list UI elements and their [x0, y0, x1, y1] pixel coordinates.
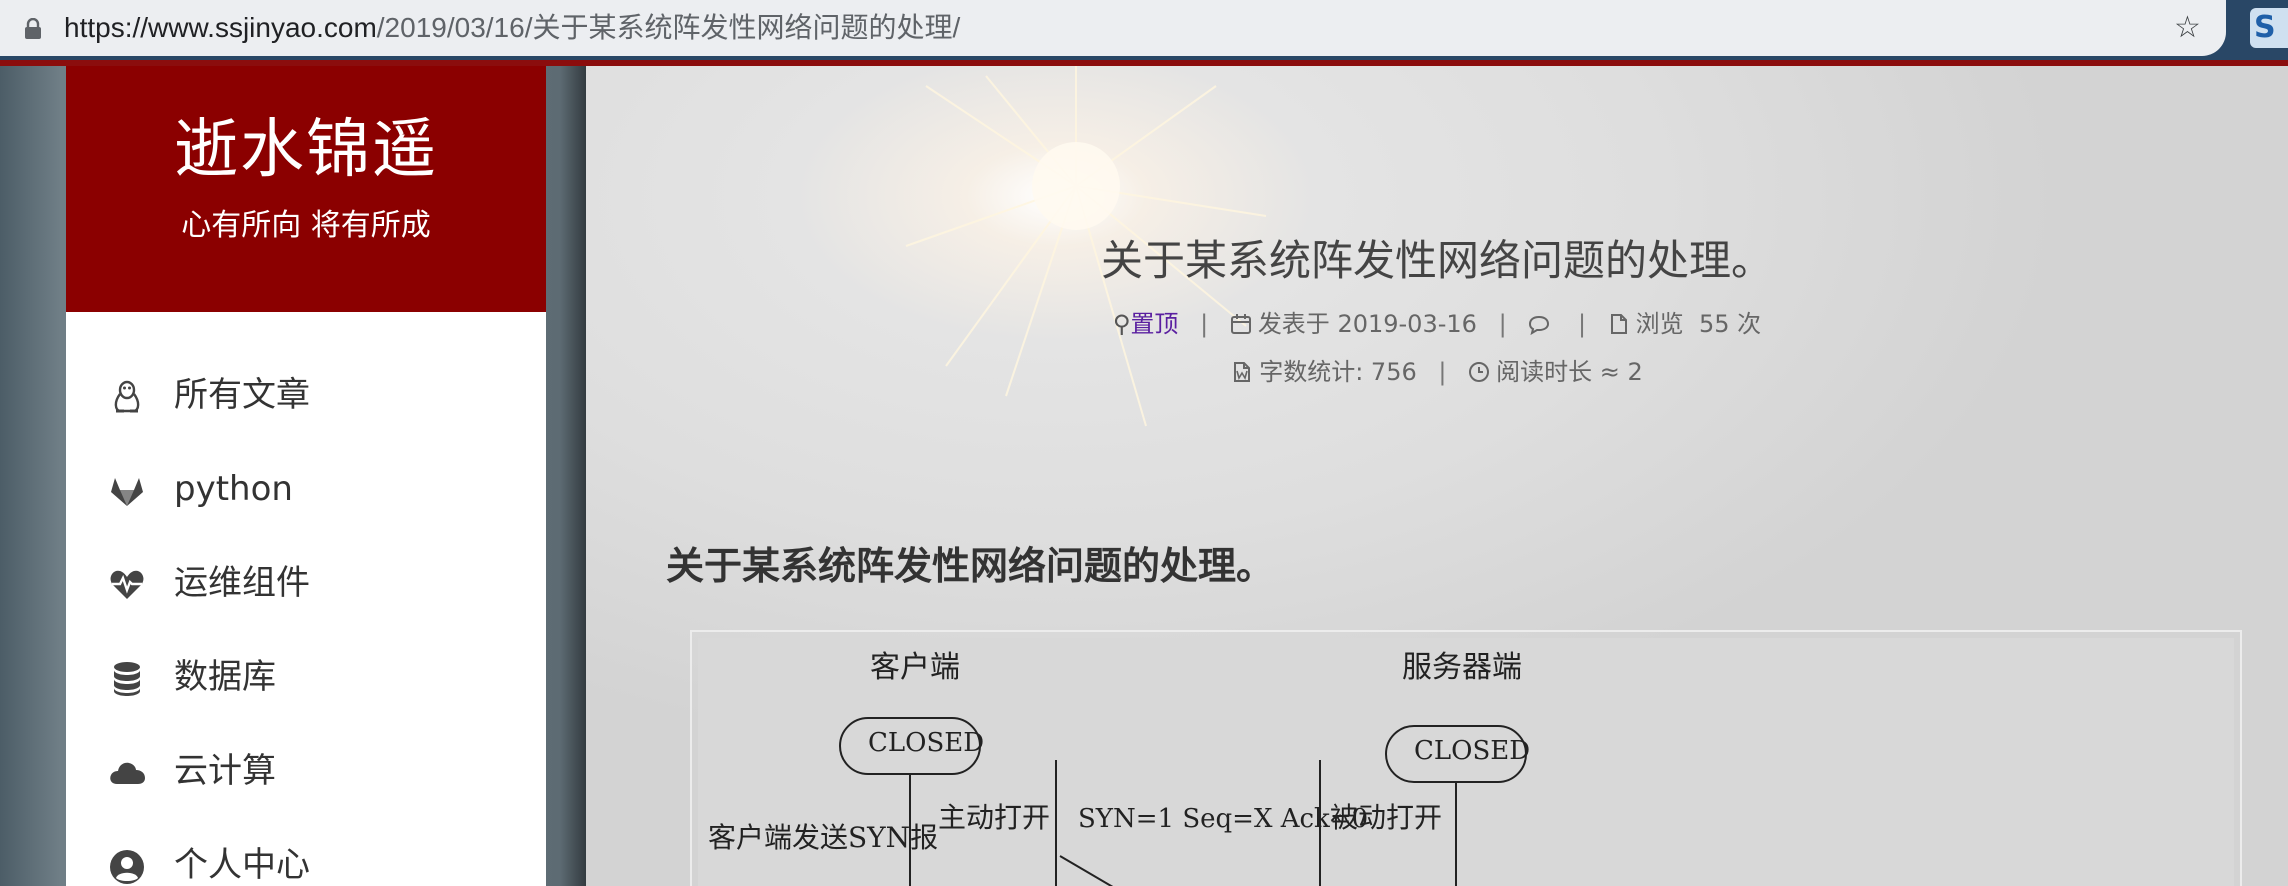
views-unit: 次	[1737, 310, 1762, 338]
bookmark-star-icon[interactable]: ☆	[2174, 10, 2201, 46]
client-closed-state: CLOSED	[868, 728, 985, 758]
post-main: 关于某系统阵发性网络问题的处理。 ⚲置顶 | 发表于 2019-03-16 | …	[586, 66, 2288, 886]
meta-separator: |	[1200, 310, 1209, 338]
server-closed-state: CLOSED	[1414, 736, 1531, 766]
views-count: 55	[1698, 310, 1730, 338]
site-brand[interactable]: 逝水锦遥 心有所向 将有所成	[66, 66, 546, 312]
clock-icon	[1469, 362, 1490, 382]
sidebar-item-label: 云计算	[174, 751, 276, 791]
views-label: 浏览	[1635, 310, 1684, 338]
site-subtitle: 心有所向 将有所成	[181, 208, 431, 243]
post-meta: ⚲置顶 | 发表于 2019-03-16 | | 浏览 55 次	[586, 308, 2288, 340]
meta-separator: |	[1577, 310, 1587, 338]
figure-image: 客户端 服务器端 CLOSED CLOSED 主动打开 被动打开 SYN=1 S…	[698, 638, 2234, 886]
read-time: 阅读时长 ≈ 2	[1496, 358, 1643, 386]
url-path: /2019/03/16/关于某系统阵发性网络问题的处理/	[376, 12, 961, 43]
lock-icon	[25, 18, 41, 39]
sidebar-item-ops[interactable]: 运维组件	[66, 544, 546, 624]
sidebar-item-database[interactable]: 数据库	[66, 638, 546, 718]
sidebar-item-python[interactable]: python	[66, 450, 546, 530]
sidebar-item-label: 运维组件	[174, 563, 310, 603]
tcp-handshake-figure: 客户端 服务器端 CLOSED CLOSED 主动打开 被动打开 SYN=1 S…	[690, 630, 2242, 886]
post-title: 关于某系统阵发性网络问题的处理。	[1100, 236, 1773, 285]
syn-packet-label: SYN=1 Seq=X Ack=0	[1078, 804, 1369, 834]
active-open-label: 主动打开	[938, 801, 1051, 834]
cloud-icon	[110, 762, 145, 784]
browser-toolbar: https://www.ssjinyao.com/2019/03/16/关于某系…	[0, 0, 2288, 60]
client-send-note: 客户端发送SYN报	[708, 821, 939, 854]
publish-date: 发表于 2019-03-16	[1257, 310, 1477, 338]
meta-separator: |	[1438, 358, 1447, 386]
gitlab-icon	[111, 478, 143, 506]
database-icon	[114, 662, 140, 696]
address-bar[interactable]: https://www.ssjinyao.com/2019/03/16/关于某系…	[0, 0, 2226, 56]
file-icon	[1610, 314, 1627, 334]
user-circle-icon	[110, 850, 144, 884]
calendar-icon	[1230, 314, 1251, 334]
url-text[interactable]: https://www.ssjinyao.com/2019/03/16/关于某系…	[64, 10, 960, 46]
sidebar-menu: 所有文章 python 运维组件 数据库 云计算 个人中心	[66, 312, 546, 886]
site-title[interactable]: 逝水锦遥	[66, 110, 546, 190]
sidebar-item-label: 数据库	[174, 657, 276, 697]
sidebar-item-label: 所有文章	[174, 375, 310, 415]
heartbeat-icon	[110, 570, 144, 599]
sidebar-item-label: python	[174, 469, 293, 509]
word-file-icon	[1234, 362, 1251, 382]
pin-icon: ⚲	[1112, 310, 1131, 338]
sidebar-item-label: 个人中心	[174, 845, 310, 885]
client-label: 客户端	[870, 650, 960, 685]
sidebar-item-cloud[interactable]: 云计算	[66, 732, 546, 812]
post-heading: 关于某系统阵发性网络问题的处理。	[666, 544, 1275, 588]
pinned-link[interactable]: 置顶	[1130, 310, 1178, 338]
sidebar-item-all-posts[interactable]: 所有文章	[66, 356, 546, 436]
server-label: 服务器端	[1402, 650, 1522, 685]
url-host: https://www.ssjinyao.com	[64, 12, 377, 43]
extension-button[interactable]: S	[2250, 8, 2288, 48]
word-count: 字数统计: 756	[1259, 358, 1417, 386]
sidebar-item-profile[interactable]: 个人中心	[66, 826, 546, 886]
penguin-icon	[114, 380, 140, 413]
comment-icon[interactable]	[1528, 313, 1550, 335]
post-stats: 字数统计: 756 | 阅读时长 ≈ 2	[586, 356, 2288, 388]
meta-separator: |	[1498, 310, 1507, 338]
